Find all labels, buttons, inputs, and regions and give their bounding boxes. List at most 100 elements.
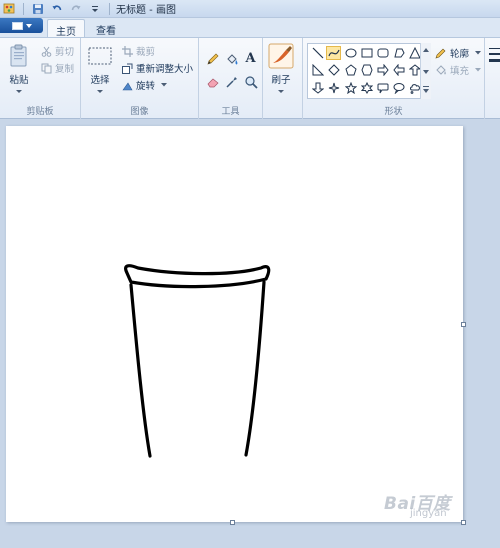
customize-qat-icon[interactable] (88, 2, 102, 16)
scissors-icon (40, 45, 52, 57)
file-menu-icon (11, 21, 23, 30)
left-arrow-shape-icon[interactable] (391, 63, 406, 77)
tab-home[interactable]: 主页 (47, 19, 85, 38)
paste-button[interactable]: 粘贴 (6, 43, 32, 93)
polygon-shape-icon[interactable] (391, 46, 406, 60)
line-size-icon (489, 48, 500, 62)
rounded-rectangle-shape-icon[interactable] (375, 46, 390, 60)
copy-icon (40, 62, 52, 74)
tools-group: A 工具 (199, 38, 263, 119)
select-icon (88, 47, 112, 65)
crop-button[interactable]: 裁剪 (121, 44, 155, 58)
watermark-subtext: jingyan (410, 508, 447, 519)
diamond-shape-icon[interactable] (326, 63, 341, 77)
brushes-button[interactable]: 刷子 (268, 43, 294, 93)
rotate-button[interactable]: 旋转 (121, 78, 170, 92)
rounded-callout-shape-icon[interactable] (375, 81, 390, 95)
outline-pencil-icon (435, 47, 447, 59)
paste-dropdown-icon (16, 90, 22, 93)
shapes-gallery-scrollbar[interactable] (420, 43, 431, 99)
five-point-star-shape-icon[interactable] (343, 81, 358, 95)
rectangle-shape-icon[interactable] (359, 46, 374, 60)
ribbon-tabs: 主页 查看 (0, 18, 500, 38)
paste-icon (10, 44, 27, 67)
gallery-scroll-arrows-icon (423, 48, 429, 93)
pentagon-shape-icon[interactable] (343, 63, 358, 77)
copy-button[interactable]: 复制 (40, 61, 74, 75)
image-group: 选择 裁剪 重新调整大小 旋转 图像 (81, 38, 199, 119)
file-menu-button[interactable] (0, 18, 43, 33)
tab-view[interactable]: 查看 (88, 19, 124, 38)
drawing-canvas[interactable] (6, 126, 463, 522)
ribbon: 粘贴 剪切 复制 剪贴板 选择 裁剪 重新调整大小 旋转 图像 A 工具 刷子 … (0, 37, 500, 119)
brush-icon (268, 43, 294, 69)
hexagon-shape-icon[interactable] (359, 63, 374, 77)
outline-dropdown-icon (472, 47, 484, 59)
oval-shape-icon[interactable] (343, 46, 358, 60)
size-button[interactable] (488, 46, 500, 68)
cup-right-side (244, 280, 266, 457)
shapes-gallery (307, 43, 431, 99)
fill-bucket-icon (435, 64, 447, 76)
resize-label: 重新调整大小 (136, 64, 194, 75)
copy-label: 复制 (55, 64, 75, 75)
line-shape-icon[interactable] (310, 46, 325, 60)
six-point-star-shape-icon[interactable] (359, 81, 374, 95)
curve-shape-icon[interactable] (326, 46, 341, 60)
text-icon[interactable]: A (242, 50, 259, 67)
select-dropdown-icon (97, 90, 103, 93)
select-button[interactable]: 选择 (87, 43, 113, 93)
fill-button[interactable]: 填充 (435, 63, 484, 77)
save-icon[interactable] (31, 2, 45, 16)
pencil-icon[interactable] (204, 50, 221, 67)
resize-handle-bottom[interactable] (230, 520, 235, 525)
rotate-label: 旋转 (136, 81, 156, 92)
resize-handle-corner[interactable] (461, 520, 466, 525)
fill-dropdown-icon (472, 64, 484, 76)
brushes-dropdown-icon (278, 90, 284, 93)
qat-separator (109, 2, 110, 15)
cup-drawing (124, 264, 271, 458)
resize-handle-right[interactable] (461, 322, 466, 327)
qat-separator (23, 2, 24, 15)
fill-label: 填充 (450, 66, 470, 77)
resize-button[interactable]: 重新调整大小 (121, 61, 193, 75)
right-arrow-shape-icon[interactable] (375, 63, 390, 77)
redo-icon[interactable] (69, 2, 83, 16)
shapes-group-label: 形状 (384, 107, 403, 117)
clipboard-group: 粘贴 剪切 复制 剪贴板 (0, 38, 81, 119)
tools-group-label: 工具 (221, 107, 240, 117)
undo-icon[interactable] (50, 2, 64, 16)
eraser-icon[interactable] (204, 73, 221, 90)
cup-rim (124, 264, 271, 289)
outline-label: 轮廓 (450, 49, 470, 60)
brushes-label: 刷子 (271, 75, 291, 86)
paste-label: 粘贴 (9, 75, 29, 86)
select-label: 选择 (90, 75, 110, 86)
window-title: 无标题 - 画图 (116, 5, 176, 16)
paint-app-icon[interactable] (2, 2, 16, 16)
clipboard-group-label: 剪贴板 (26, 107, 54, 117)
tools-grid: A (204, 50, 259, 92)
canvas-workspace (0, 119, 500, 548)
down-arrow-shape-icon[interactable] (310, 81, 325, 95)
rotate-icon (121, 79, 133, 91)
magnifier-icon[interactable] (242, 73, 259, 90)
four-point-star-shape-icon[interactable] (326, 81, 341, 95)
chevron-down-icon (25, 23, 32, 28)
cup-left-side (129, 283, 152, 458)
right-triangle-shape-icon[interactable] (310, 63, 325, 77)
resize-icon (121, 62, 133, 74)
quick-access-toolbar (0, 0, 112, 18)
title-bar: 无标题 - 画图 (0, 0, 500, 18)
cut-button[interactable]: 剪切 (40, 44, 74, 58)
color-picker-icon[interactable] (223, 73, 240, 90)
cut-label: 剪切 (55, 47, 75, 58)
oval-callout-shape-icon[interactable] (391, 81, 406, 95)
image-group-label: 图像 (130, 107, 149, 117)
brushes-group: 刷子 (263, 38, 303, 119)
crop-label: 裁剪 (136, 47, 156, 58)
fill-icon[interactable] (223, 50, 240, 67)
outline-button[interactable]: 轮廓 (435, 46, 484, 60)
rotate-dropdown-icon (158, 79, 170, 91)
